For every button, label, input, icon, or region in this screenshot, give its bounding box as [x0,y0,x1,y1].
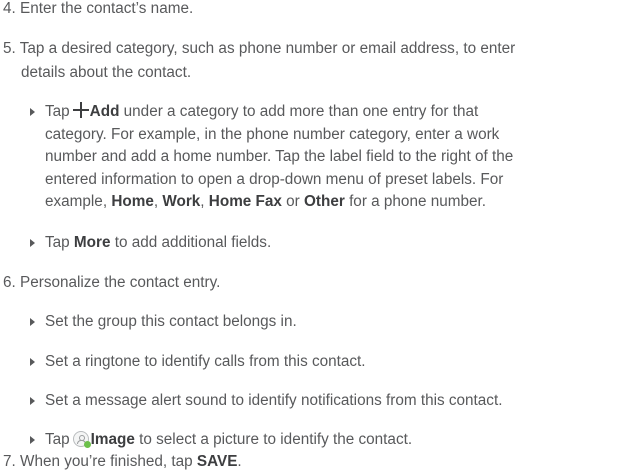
triangle-bullet-icon [30,239,35,247]
step-6: 6. Personalize the contact entry. [3,272,220,295]
triangle-bullet-icon [30,318,35,326]
save-label: SAVE [196,453,238,470]
image-add-icon [72,431,91,448]
step-number: 5. [3,40,16,57]
triangle-bullet-icon [30,108,35,116]
bullet-line: example, Home, Work, Home Fax or Other f… [45,193,486,210]
step-number: 4. [3,0,16,17]
label-home: Home [111,193,154,210]
step-text: Enter the contact’s name. [20,0,194,17]
label-home-fax: Home Fax [208,193,282,210]
bullet-add-entry: Tap Add under a category to add more than… [30,101,514,214]
plus-icon [72,102,89,118]
bullet-line: category. For example, in the phone numb… [45,125,500,143]
step-5-continued: details about the contact. [21,64,192,81]
step-number: 7. [3,453,16,470]
triangle-bullet-icon [30,358,35,366]
triangle-bullet-icon [30,436,35,444]
bullet-group: Set the group this contact belongs in. [30,311,297,334]
label-other: Other [304,193,345,210]
bullet-line: entered information to open a drop-down … [45,170,504,188]
step-7: 7. When you’re finished, tap SAVE. [3,453,242,470]
step-number: 6. [3,274,16,291]
triangle-bullet-icon [30,397,35,405]
step-text: When you’re finished, tap [20,453,193,470]
step-text: Tap a desired category, such as phone nu… [19,40,516,57]
more-label: More [73,234,111,251]
bullet-more-fields: Tap More to add additional fields. [30,232,271,255]
bullet-message-alert: Set a message alert sound to identify no… [30,390,502,413]
bullet-image: Tap Image to select a picture to identify… [30,429,412,452]
add-label: Add [89,103,120,120]
step-4: 4. Enter the contact’s name. [3,0,193,21]
bullet-ringtone: Set a ringtone to identify calls from th… [30,351,366,374]
step-5: 5. Tap a desired category, such as phone… [3,38,515,61]
image-label: Image [90,431,135,448]
bullet-line: Tap Add under a category to add more than… [45,102,479,120]
label-work: Work [162,193,201,210]
bullet-line: number and add a home number. Tap the la… [45,148,514,165]
step-text: Personalize the contact entry. [20,274,221,291]
